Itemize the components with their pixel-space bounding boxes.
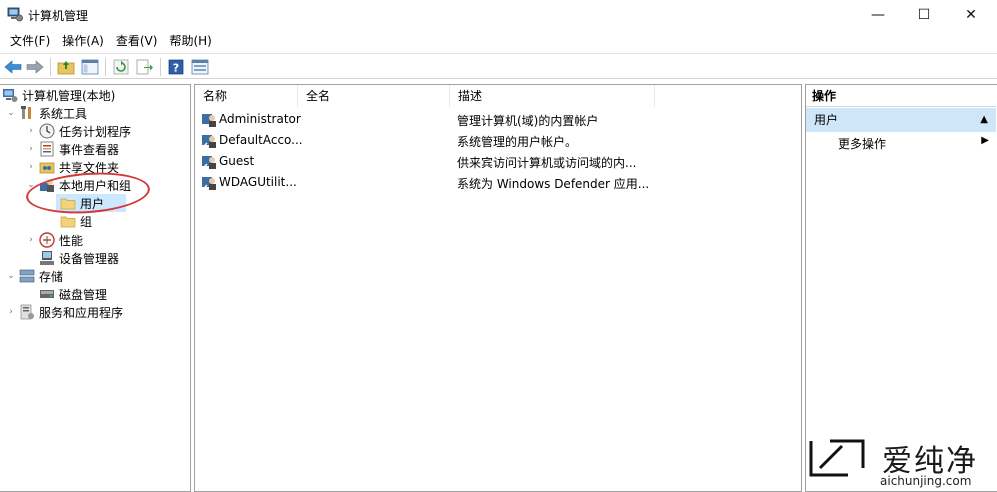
user-icon [202, 135, 216, 148]
disk-icon [40, 290, 54, 298]
user-name: DefaultAcco... [219, 133, 303, 147]
collapse-chevron-icon[interactable]: ⌄ [6, 108, 16, 118]
menu-view[interactable]: 查看(V) [110, 31, 164, 51]
more-actions-item[interactable]: 更多操作 [838, 135, 886, 152]
table-row[interactable]: Administrator 管理计算机(域)的内置帐户 [195, 109, 795, 130]
watermark-url: aichunjing.com [880, 474, 972, 488]
user-name: Administrator [219, 112, 301, 126]
performance-icon [39, 232, 55, 248]
menu-file[interactable]: 文件(F) [4, 31, 56, 51]
clock-icon [39, 123, 55, 139]
menu-help[interactable]: 帮助(H) [163, 31, 217, 51]
submenu-arrow-icon[interactable]: ▶ [981, 135, 989, 146]
tree-item-event-viewer[interactable]: › 事件查看器 [26, 140, 119, 158]
expand-chevron-icon[interactable]: › [26, 162, 36, 172]
table-row[interactable]: WDAGUtilit... 系统为 Windows Defender 应用... [195, 172, 795, 193]
user-name: WDAGUtilit... [219, 175, 297, 189]
expand-chevron-icon[interactable]: › [26, 144, 36, 154]
tree-label: 磁盘管理 [59, 287, 108, 302]
user-icon [202, 156, 216, 169]
window-title: 计算机管理 [28, 9, 89, 23]
tree-item-groups[interactable]: 组 [60, 212, 92, 230]
forward-arrow-icon[interactable] [25, 57, 45, 77]
minimize-button[interactable]: — [855, 0, 901, 30]
storage-icon [19, 269, 35, 283]
table-row[interactable]: DefaultAcco... 系统管理的用户帐户。 [195, 130, 795, 151]
tree-label: 组 [80, 214, 93, 229]
menu-action[interactable]: 操作(A) [56, 31, 110, 51]
folder-icon [60, 216, 76, 228]
tree-item-root[interactable]: 计算机管理(本地) [2, 86, 115, 104]
properties-icon[interactable] [190, 57, 210, 77]
user-description: 系统管理的用户帐户。 [457, 135, 578, 149]
actions-pane: 操作 用户 ▲ 更多操作 ▶ [805, 84, 997, 492]
tree-label: 系统工具 [39, 106, 88, 121]
tree-item-task-scheduler[interactable]: › 任务计划程序 [26, 122, 131, 140]
services-icon [20, 304, 34, 320]
table-row[interactable]: Guest 供来宾访问计算机或访问域的内... [195, 151, 795, 172]
tree-item-disk-management[interactable]: 磁盘管理 [39, 285, 107, 303]
expand-chevron-icon[interactable]: › [6, 307, 16, 317]
user-description: 供来宾访问计算机或访问域的内... [457, 156, 637, 170]
title-bar: 计算机管理 — ☐ ✕ [0, 0, 997, 30]
show-hide-tree-icon[interactable] [80, 57, 100, 77]
tree-label: 事件查看器 [59, 142, 120, 157]
user-description: 系统为 Windows Defender 应用... [457, 177, 650, 191]
tree-label: 任务计划程序 [59, 124, 132, 139]
collapse-chevron-icon[interactable]: ⌄ [6, 271, 16, 281]
maximize-button[interactable]: ☐ [901, 0, 947, 30]
back-arrow-icon[interactable] [3, 57, 23, 77]
user-icon [202, 114, 216, 127]
actions-section-users[interactable]: 用户 ▲ [806, 108, 996, 132]
tree-item-storage[interactable]: ⌄ 存储 [6, 267, 63, 285]
tree-label: 计算机管理(本地) [22, 88, 116, 103]
collapse-up-icon[interactable]: ▲ [980, 108, 988, 132]
column-header-description[interactable]: 描述 [450, 85, 655, 107]
svg-text:?: ? [173, 62, 179, 75]
column-header-full-name[interactable]: 全名 [298, 85, 450, 107]
tree-label: 存储 [39, 269, 64, 284]
tree-label: 设备管理器 [59, 251, 120, 266]
export-icon[interactable] [135, 57, 155, 77]
user-name: Guest [219, 154, 255, 168]
column-header-name[interactable]: 名称 [195, 85, 298, 107]
close-button[interactable]: ✕ [948, 0, 994, 30]
details-list: 名称 全名 描述 Administrator 管理计算机(域)的内置帐户 Def… [194, 84, 802, 492]
tree-item-performance[interactable]: › 性能 [26, 231, 83, 249]
actions-section-label: 用户 [814, 113, 839, 127]
expand-chevron-icon[interactable]: › [26, 126, 36, 136]
tree-label: 性能 [59, 233, 84, 248]
help-icon[interactable]: ? [166, 57, 186, 77]
tree-item-device-manager[interactable]: 设备管理器 [39, 249, 119, 267]
computer-management-icon [3, 89, 18, 102]
tree-item-system-tools[interactable]: ⌄ 系统工具 [6, 104, 87, 122]
watermark-logo-icon [809, 439, 865, 477]
actions-header: 操作 [806, 85, 996, 107]
refresh-icon[interactable] [111, 57, 131, 77]
toolbar: ? [0, 53, 997, 79]
expand-chevron-icon[interactable]: › [26, 235, 36, 245]
watermark: 爱纯净 aichunjing.com [808, 436, 997, 492]
shared-folder-icon [39, 162, 55, 174]
menu-bar: 文件(F) 操作(A) 查看(V) 帮助(H) [0, 31, 997, 51]
tree-label: 服务和应用程序 [39, 305, 124, 320]
tools-icon [21, 106, 31, 119]
event-viewer-icon [40, 141, 54, 157]
user-icon [202, 177, 216, 190]
console-tree: 计算机管理(本地) ⌄ 系统工具 › 任务计划程序 › 事件查看器 › 共享文件… [0, 84, 191, 492]
up-folder-icon[interactable] [56, 57, 76, 77]
device-manager-icon [40, 251, 54, 265]
computer-management-icon [7, 7, 23, 22]
tree-item-services-apps[interactable]: › 服务和应用程序 [6, 303, 123, 321]
user-description: 管理计算机(域)的内置帐户 [457, 114, 599, 128]
